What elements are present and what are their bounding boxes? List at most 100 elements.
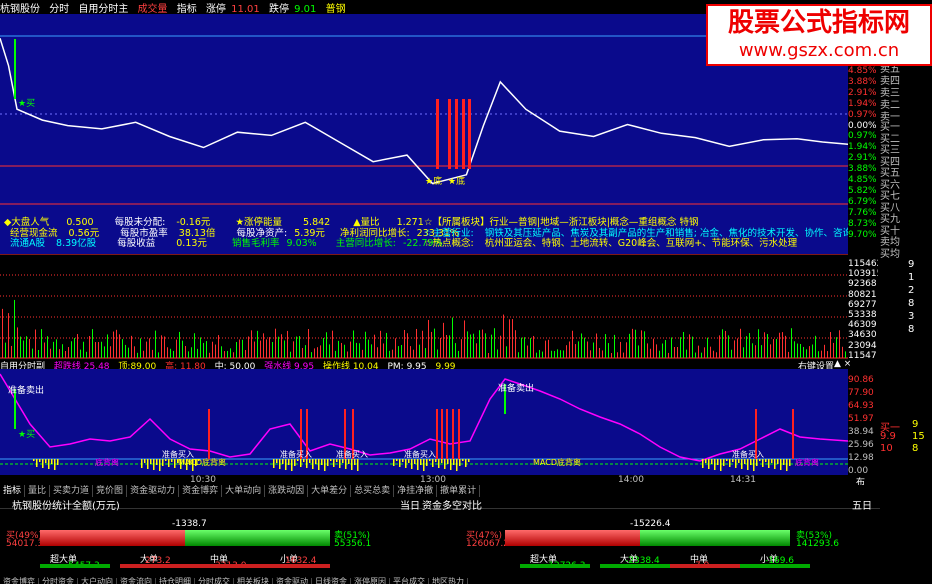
indicator-tab[interactable]: 总买总卖 <box>351 485 395 497</box>
indicator-tab[interactable]: 涨跌动因 <box>265 485 309 497</box>
bottom-tab[interactable]: 涨停原因 <box>351 578 390 584</box>
volume-bar <box>323 338 324 358</box>
volume-bar <box>158 352 159 358</box>
volume-bar <box>455 343 456 358</box>
ind-hist-bar <box>789 459 791 466</box>
buy-ready: 准备买入 <box>336 450 368 459</box>
volume-bar <box>302 347 303 358</box>
volume-bar <box>470 334 471 358</box>
volume-bar <box>665 340 666 358</box>
bottom-tab[interactable]: 分时资金 <box>39 578 78 584</box>
volume-bar <box>710 346 711 358</box>
volume-bar <box>632 328 633 358</box>
volume-bar <box>41 329 42 358</box>
concept-k: ☆热点概念: <box>424 238 474 249</box>
ind-hist-bar <box>318 459 320 470</box>
volume-bar <box>761 345 762 358</box>
indicator-tab[interactable]: 大单动向 <box>222 485 266 497</box>
ind-hist-bar <box>162 459 164 466</box>
volume-bar <box>374 334 375 358</box>
volume-bar <box>443 322 444 358</box>
fund-date[interactable]: 当日 <box>400 497 420 512</box>
close-button[interactable]: ▲ × <box>834 359 851 369</box>
ind-hist-bar <box>423 459 425 471</box>
volume-bar <box>401 344 402 358</box>
bottom-tab[interactable]: 地区热力 <box>429 578 468 584</box>
volume-bar <box>383 343 384 358</box>
volume-bar <box>689 334 690 358</box>
volume-bar <box>227 350 228 358</box>
ind-hist-bar <box>345 459 347 469</box>
ind-hist-bar <box>417 459 419 470</box>
right-buy-val: 126067.2 <box>466 539 509 549</box>
indicator-tab[interactable]: 指标 <box>0 485 26 497</box>
volume-bar <box>821 350 822 358</box>
sell-bar <box>455 99 458 169</box>
ind-buy-star: ★买 <box>18 430 36 440</box>
volume-bar <box>770 344 771 358</box>
ind-sell-bar <box>208 409 210 459</box>
volume-bar <box>764 332 765 358</box>
bottom-tab[interactable]: 大户动向 <box>78 578 117 584</box>
volume-bar <box>596 333 597 358</box>
volume-bar <box>332 330 333 358</box>
volume-bar <box>560 350 561 358</box>
indicator-tab[interactable]: 资金驱动力 <box>127 485 180 497</box>
price-tick: 7.76% <box>848 207 877 218</box>
ind-hist-bar <box>756 459 758 466</box>
indicator-tab[interactable]: 量比 <box>25 485 51 497</box>
right-sell-val: 141293.6 <box>796 539 839 549</box>
volume-bar <box>422 330 423 358</box>
side-num: 8 <box>908 324 915 335</box>
volume-bar <box>845 351 846 358</box>
price-scale: 4.85% 3.88% 2.91% 1.94% 0.97% 0.00% 0.97% 1.94%… <box>848 14 882 369</box>
volume-bar <box>146 341 147 358</box>
ind-hist-bar <box>351 459 353 470</box>
volume-bar <box>614 334 615 358</box>
indicator-tab[interactable]: 净挂净撤 <box>394 485 438 497</box>
fund-cat-bar <box>670 564 740 568</box>
indicator-tab[interactable]: 撤单累计 <box>437 485 481 497</box>
sell-bar <box>462 99 465 169</box>
fund-period[interactable]: 五日 <box>852 497 872 512</box>
volume-bar <box>104 346 105 358</box>
ind-hist-bar <box>411 459 413 469</box>
bottom-tab[interactable]: 资金博弈 <box>0 578 39 584</box>
side-num: 8 <box>908 298 915 309</box>
indicator-tab[interactable]: 资金博弈 <box>179 485 223 497</box>
volume-bar <box>5 342 6 358</box>
bottom-tab[interactable]: 分时成交 <box>195 578 234 584</box>
volume-panel[interactable] <box>0 253 848 359</box>
ind-sell-bar <box>441 409 443 459</box>
volume-bar <box>287 330 288 358</box>
volume-bar <box>308 329 309 358</box>
bottom-tab[interactable]: 平台成交 <box>390 578 429 584</box>
bottom-tab[interactable]: 相关板块 <box>234 578 273 584</box>
left-diff: -1338.7 <box>172 519 207 529</box>
volume-bar <box>701 352 702 358</box>
volume-bar <box>305 345 306 358</box>
volume-bar <box>428 319 429 358</box>
volume-bar <box>749 333 750 358</box>
volume-bar <box>476 343 477 358</box>
volume-bar <box>647 343 648 358</box>
volume-bar <box>806 349 807 358</box>
bottom-tab[interactable]: 持仓明细 <box>156 578 195 584</box>
volume-bar <box>530 338 531 358</box>
ind-hist-bar <box>708 459 710 469</box>
indicator-chart[interactable]: 准备卖出 准备卖出 ★买 准备买入 准备买入 准备买入 准备买入 准备买入 MA… <box>0 369 849 475</box>
ind-hist-bar <box>306 459 308 468</box>
indicator-tab[interactable]: 竞价图 <box>93 485 128 497</box>
indicator-tab[interactable]: 大单差分 <box>308 485 352 497</box>
bottom-tab[interactable]: 日线资金 <box>312 578 351 584</box>
indicator-tab[interactable]: 买卖力道 <box>50 485 94 497</box>
bottom-tab[interactable]: 资金驱动 <box>273 578 312 584</box>
ind-hist-bar <box>399 459 401 467</box>
fund-cat-bar <box>120 564 190 568</box>
volume-bar <box>704 347 705 358</box>
volume-bar <box>509 319 510 358</box>
fund-right-title: 资金多空对比 <box>422 501 482 512</box>
volume-bar <box>497 349 498 358</box>
side-bottom-label: 9.9 <box>880 431 896 442</box>
bottom-tab[interactable]: 资金流向 <box>117 578 156 584</box>
